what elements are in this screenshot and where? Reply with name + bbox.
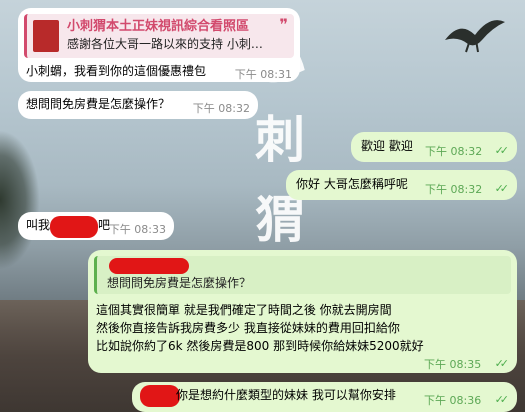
message-bubble-incoming[interactable]: 想問問免房費是怎麼操作？ 下午 08:32 bbox=[18, 91, 258, 119]
message-time: 下午 08:32 bbox=[425, 145, 483, 158]
message-time: 下午 08:32 bbox=[425, 183, 483, 196]
background-title-char: 刺 bbox=[255, 110, 305, 169]
message-time: 下午 08:35 bbox=[424, 358, 482, 371]
bird-icon bbox=[445, 20, 505, 53]
message-line: 比如說你約了6k 然後房費是800 那到時候你給妹妹5200就好 bbox=[96, 339, 424, 353]
redacted-name bbox=[140, 385, 180, 407]
message-line: 這個其實很簡單 就是我們確定了時間之後 你就去開房間 bbox=[96, 303, 392, 317]
message-text-prefix: 叫我 bbox=[26, 218, 51, 232]
channel-thumbnail bbox=[33, 20, 59, 52]
message-time: 下午 08:36 bbox=[424, 394, 482, 407]
reply-preview[interactable]: 小刺猬本土正妹視訊綜合看照區 ❞ 感謝各位大哥一路以來的支持 小刺… bbox=[24, 14, 294, 58]
message-text: 小刺蝟，我看到你的這個優惠禮包 bbox=[26, 64, 207, 78]
message-time: 下午 08:33 bbox=[108, 223, 166, 236]
message-bubble-outgoing[interactable]: 你是想約什麼類型的妹妹 我可以幫你安排 下午 08:36 ✓✓ bbox=[132, 382, 517, 412]
message-bubble-outgoing[interactable]: 歡迎 歡迎 下午 08:32 ✓✓ bbox=[351, 132, 517, 162]
message-bubble-incoming[interactable]: 叫我 吧 下午 08:33 bbox=[18, 212, 174, 240]
double-check-icon: ✓✓ bbox=[494, 393, 510, 406]
message-text: 想問問免房費是怎麼操作？ bbox=[26, 97, 171, 111]
message-bubble-outgoing[interactable]: 你好 大哥怎麼稱呼呢 下午 08:32 ✓✓ bbox=[286, 170, 517, 200]
reply-sender-name: 小刺猬本土正妹視訊綜合看照區 bbox=[67, 19, 250, 34]
reply-snippet: 感謝各位大哥一路以來的支持 小刺… bbox=[67, 37, 263, 51]
message-line: 然後你直接告訴我房費多少 我直接從妹妹的費用回扣給你 bbox=[96, 321, 400, 335]
redacted-reply-sender bbox=[109, 258, 189, 274]
message-bubble-incoming[interactable]: 小刺猬本土正妹視訊綜合看照區 ❞ 感謝各位大哥一路以來的支持 小刺… 小刺蝟，我… bbox=[18, 8, 300, 82]
message-text: 你好 大哥怎麼稱呼呢 bbox=[296, 177, 408, 191]
redacted-name bbox=[50, 216, 98, 238]
double-check-icon: ✓✓ bbox=[494, 357, 510, 370]
background-tree bbox=[0, 130, 40, 270]
reply-preview[interactable]: 想問問免房費是怎麼操作？ bbox=[94, 256, 511, 294]
message-text: 歡迎 歡迎 bbox=[361, 139, 413, 153]
message-time: 下午 08:32 bbox=[192, 102, 250, 115]
double-check-icon: ✓✓ bbox=[494, 182, 510, 195]
double-check-icon: ✓✓ bbox=[494, 144, 510, 157]
quote-icon: ❞ bbox=[279, 15, 288, 34]
message-time: 下午 08:31 bbox=[234, 68, 292, 81]
message-bubble-outgoing[interactable]: 想問問免房費是怎麼操作？ 這個其實很簡單 就是我們確定了時間之後 你就去開房間 … bbox=[88, 250, 517, 373]
reply-snippet: 想問問免房費是怎麼操作？ bbox=[107, 276, 252, 290]
message-text: 你是想約什麼類型的妹妹 我可以幫你安排 bbox=[176, 388, 396, 402]
